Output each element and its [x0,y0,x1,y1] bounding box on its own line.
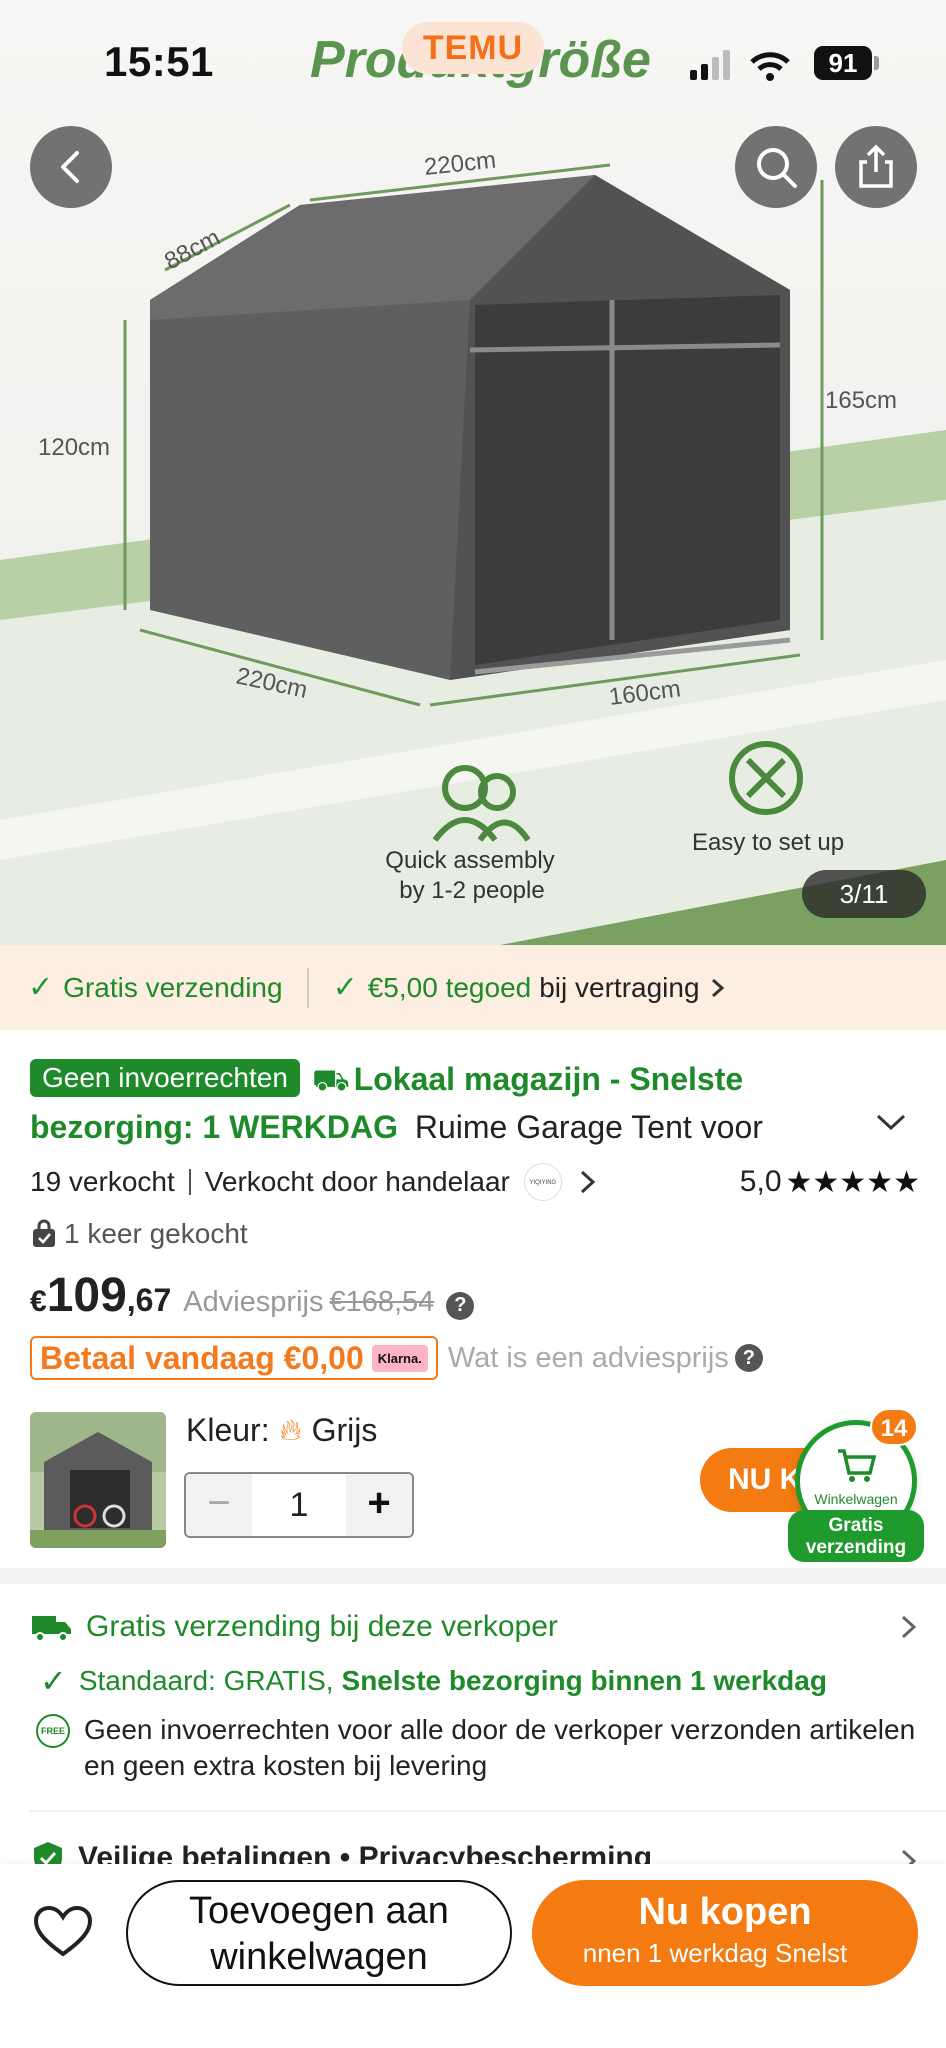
chevron-right-icon [901,1615,917,1639]
pay-today-text: Betaal vandaag €0,00 [40,1339,364,1376]
color-selector: Kleur: 🔥︎ Grijs [186,1412,377,1449]
title-text: Ruime Garage Tent voor [414,1109,763,1145]
standard-shipping-bold: Snelste bezorging binnen 1 werkdag [341,1665,827,1696]
check-icon: ✓ [332,971,358,1004]
banner-free-shipping: ✓ Gratis verzending [28,970,283,1005]
battery-indicator: 91 [814,46,872,80]
chevron-down-icon[interactable] [874,1110,908,1134]
help-icon[interactable]: ? [734,1344,763,1372]
shipping-heading: Gratis verzending bij deze verkoper [86,1610,558,1643]
quantity-value[interactable]: 1 [252,1486,346,1525]
cart-gratis-line1: Gratis [828,1515,884,1536]
truck-icon: ⛟ [311,1064,350,1097]
shipping-banner[interactable]: ✓ Gratis verzending ✓ €5,00 tegoed bij v… [0,945,946,1030]
rating-value: 5,0 [739,1165,782,1198]
meta-row: 19 verkocht Verkocht door handelaar YIQI… [30,1162,920,1202]
back-button[interactable] [30,126,112,208]
rating[interactable]: 5,0 ★★★★★ [740,1165,920,1200]
quantity-stepper: − 1 + [184,1472,414,1538]
chevron-left-icon [61,151,79,183]
meta-divider [188,1169,191,1195]
no-duties-text: Geen invoerrechten voor alle door de ver… [84,1714,916,1781]
banner-free-shipping-text: Gratis verzending [63,971,283,1003]
banner-credit-suffix: bij vertraging [539,971,700,1003]
cart-icon [838,1449,877,1482]
bought-count: 1 keer gekocht [30,1218,248,1250]
cart-gratis-line2: verzending [805,1537,907,1558]
section-separator [0,1568,946,1584]
chevron-right-icon [711,978,724,997]
divider [30,1810,946,1812]
shipping-section-header[interactable]: Gratis verzending bij deze verkoper [30,1610,920,1644]
add-to-cart-line1: Toevoegen aan [189,1890,449,1932]
status-bar: Produktgröße 15:51 TEMU 91 [0,0,946,120]
no-duties-info: FREE Geen invoerrechten voor alle door d… [36,1712,924,1784]
color-label: Kleur: [186,1412,270,1448]
rating-stars-icon: ★★★★★ [785,1165,920,1199]
advies-label: Adviesprijs [183,1286,324,1318]
variant-thumbnail[interactable] [30,1412,166,1548]
quantity-decrease-button[interactable]: − [186,1474,252,1536]
buy-now-button[interactable]: Nu kopen nnen 1 werkdag Snelst [532,1880,918,1986]
dim-height: 165cm [825,387,897,414]
feature-quick-assembly-2: by 1-2 people [399,877,544,904]
seller-logo[interactable]: YIQIYING CO LTD [523,1163,562,1201]
truck-icon [32,1616,71,1642]
quantity-increase-button[interactable]: + [346,1474,412,1536]
feature-easy-setup: Easy to set up [692,829,844,856]
price-main: 109 [46,1269,127,1322]
add-to-cart-line2: winkelwagen [210,1936,428,1978]
advies-price: €168,54 [329,1286,435,1318]
shopping-bag-icon [33,1219,55,1247]
check-icon: ✓ [28,971,54,1004]
help-icon[interactable]: ? [446,1291,475,1320]
share-button[interactable] [835,126,917,208]
feature-quick-assembly-1: Quick assembly [385,847,554,874]
signal-wifi-icon [690,50,790,81]
sold-count: 19 verkocht [30,1166,175,1197]
share-icon [859,144,893,188]
pay-row: Betaal vandaag €0,00 Klarna. Wat is een … [30,1336,763,1380]
dim-width-top: 220cm [423,147,497,181]
dim-side-height: 120cm [38,434,110,461]
buy-now-ticker: nnen 1 werkdag Snelst [582,1938,848,1968]
seller-link[interactable]: Verkocht door handelaar [205,1166,510,1198]
chevron-right-icon[interactable] [576,1167,600,1197]
status-time: 15:51 [104,38,214,85]
banner-credit-amount: €5,00 tegoed [367,971,532,1003]
price-currency: € [30,1285,47,1318]
product-image-carousel[interactable]: 220cm 88cm 120cm 165cm 220cm 160cm Quick… [0,0,946,945]
no-duties-badge: Geen invoerrechten [30,1059,300,1097]
advies-question-link[interactable]: Wat is een adviesprijs [448,1342,729,1375]
add-to-cart-button[interactable]: Toevoegen aan winkelwagen [126,1880,512,1986]
klarna-logo: Klarna. [371,1344,428,1372]
floating-cart-label: Winkelwagen [814,1491,898,1507]
temu-logo: TEMU [402,22,544,74]
check-icon: ✓ [40,1663,67,1699]
free-icon: FREE [36,1714,70,1748]
standard-shipping-prefix: Standaard: GRATIS, [78,1665,334,1696]
standard-shipping: ✓ Standaard: GRATIS, Snelste bezorging b… [40,1662,827,1700]
search-icon [757,148,797,188]
battery-cap [874,56,879,70]
buy-now-label: Nu kopen [638,1891,812,1933]
favorite-heart-icon[interactable] [32,1904,94,1960]
image-counter: 3/11 [802,870,926,918]
product-title[interactable]: Geen invoerrechten ⛟ Lokaal magazijn - Sne… [30,1056,850,1151]
cart-free-shipping-badge: Gratis verzending [788,1510,924,1562]
banner-divider [306,967,309,1008]
klarna-pay-badge[interactable]: Betaal vandaag €0,00 Klarna. [30,1336,438,1380]
flame-icon: 🔥︎ [279,1413,302,1447]
price-row: € 109 ,67 Adviesprijs €168,54 ? [30,1268,475,1328]
price-cents: ,67 [126,1282,172,1318]
variant-image [30,1412,166,1548]
search-button[interactable] [735,126,817,208]
banner-credit[interactable]: ✓ €5,00 tegoed bij vertraging [333,970,728,1005]
cart-count-badge: 14 [870,1408,918,1446]
color-value: Grijs [311,1412,378,1448]
bought-count-text: 1 keer gekocht [64,1218,248,1249]
